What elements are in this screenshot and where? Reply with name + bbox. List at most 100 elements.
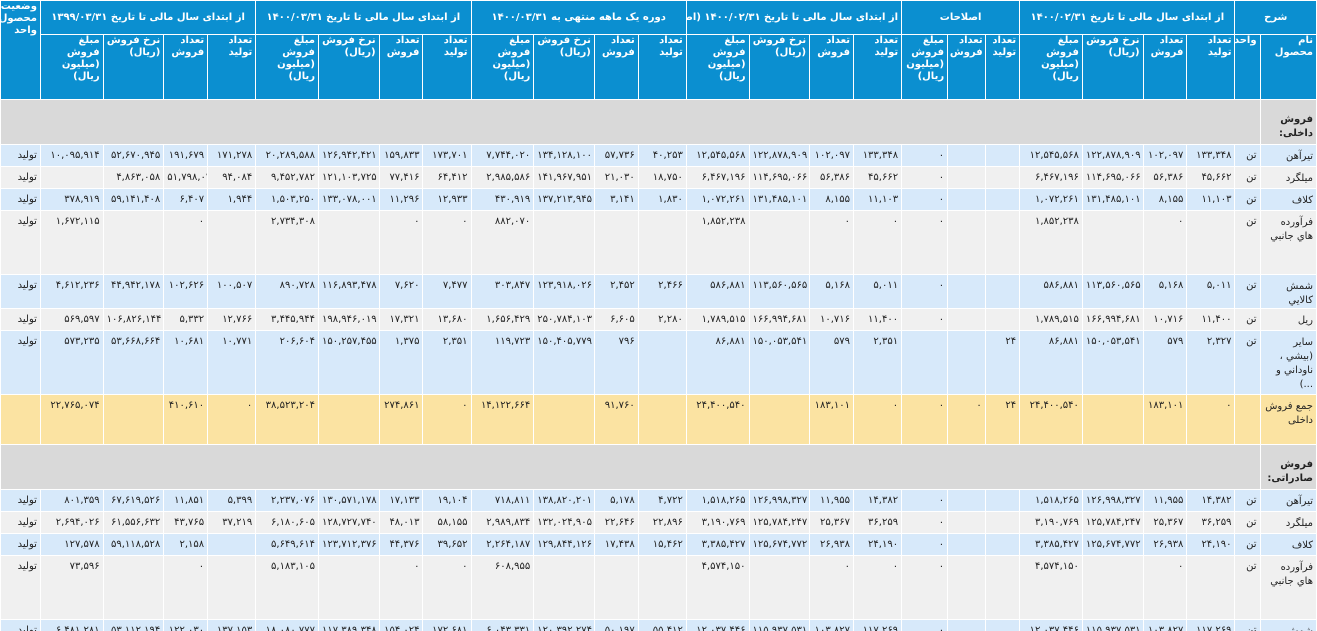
section-title: فروش داخلی: bbox=[1259, 99, 1317, 145]
value-cell: ۱۱۶,۸۹۳,۴۷۸ bbox=[317, 274, 380, 309]
product-name: کلاف bbox=[1259, 188, 1317, 211]
value-cell: ۱۰۰,۵۰۷ bbox=[207, 274, 257, 309]
value-cell: ۱۲۷,۵۷۸ bbox=[39, 533, 104, 556]
value-cell: ۱۲,۵۴۵,۵۶۸ bbox=[685, 144, 750, 167]
group-header-row: شرح از ابتدای سال مالی تا تاریخ ۱۴۰۰/۰۲/۳… bbox=[0, 0, 1317, 100]
value-cell: ٠ bbox=[901, 166, 949, 189]
value-cell bbox=[1186, 210, 1236, 275]
value-cell bbox=[984, 188, 1021, 211]
value-cell: ۱۰,۰۹۵,۹۱۴ bbox=[39, 144, 104, 167]
value-cell: ۱۰۶,۸۲۶,۱۴۴ bbox=[102, 308, 165, 331]
value-cell: ٠ bbox=[378, 210, 424, 275]
value-cell: ۴۳,۷۶۵ bbox=[163, 511, 209, 534]
column-header-11: نرخ فروش (ریال) bbox=[748, 34, 811, 100]
column-header-7: تعداد فروش bbox=[947, 34, 986, 100]
table-row: شمش كالاييتن۱۱۷,۲۶۹۱۰۳,۸۲۷۱۱۵,۹۳۷,۵۳۱۱۲,… bbox=[0, 619, 1317, 631]
value-cell: ۲,۳۲۷ bbox=[1186, 330, 1236, 395]
value-cell: ۱۹۸,۹۴۶,۰۱۹ bbox=[317, 308, 380, 331]
value-cell: ۲۶,۹۳۸ bbox=[1142, 533, 1188, 556]
value-cell: ٠ bbox=[901, 274, 949, 309]
table-row: کلاف تن ۱۱,۱۰۳ ۸,۱۵۵ ۱۳۱,۴۸۵,۱۰۱ ۱,۰۷۲,۲۶۱ ٠ ۱۱… bbox=[0, 188, 1317, 211]
value-cell: ۱۲۵,۶۷۴,۷۷۲ bbox=[748, 533, 811, 556]
table-row: میلگرد تن ۴۵,۶۶۲ ۵۶,۳۸۶ ۱۱۴,۶۹۵,۰۶۶ ۶,۴۶۷,۱۹۶… bbox=[0, 166, 1317, 189]
value-cell: ۳۷۸,۹۱۹ bbox=[39, 188, 104, 211]
value-cell: ۸,۱۵۵ bbox=[1142, 188, 1188, 211]
value-cell: ۱۱,۴۰۰ bbox=[853, 308, 903, 331]
value-cell: ۸۰۱,۳۵۹ bbox=[39, 489, 104, 512]
value-cell: ۱۲۶,۹۹۸,۳۲۷ bbox=[1081, 489, 1144, 512]
value-cell: ۱۸,۰۸۰,۷۷۷ bbox=[255, 619, 319, 631]
column-header-1: واحد bbox=[1234, 34, 1261, 100]
value-cell: ۳۰۳,۸۴۷ bbox=[470, 274, 535, 309]
value-cell bbox=[1081, 394, 1144, 445]
value-cell: ۱۱۹,۷۲۳ bbox=[470, 330, 535, 395]
value-cell bbox=[947, 188, 986, 211]
group-header-6: از ابتدای سال مالی تا تاریخ ۱۳۹۹/۰۳/۳۱ bbox=[39, 0, 257, 35]
value-cell: ۲,۳۵۱ bbox=[422, 330, 472, 395]
unit-cell: تن bbox=[1234, 489, 1261, 512]
value-cell: ۱,۵۱۸,۲۶۵ bbox=[1019, 489, 1083, 512]
value-cell: ۱۳۱,۴۸۵,۱۰۱ bbox=[748, 188, 811, 211]
value-cell: ۲,۲۳۷,۰۷۶ bbox=[255, 489, 319, 512]
unit-cell: تن bbox=[1234, 144, 1261, 167]
value-cell: ۲۶,۹۳۸ bbox=[809, 533, 855, 556]
value-cell: ۸۶,۸۸۱ bbox=[685, 330, 750, 395]
value-cell bbox=[533, 394, 595, 445]
value-cell: ۲۷۴,۸۶۱ bbox=[378, 394, 424, 445]
unit-cell: تن bbox=[1234, 511, 1261, 534]
value-cell: ۴,۸۶۳,۰۵۸ bbox=[102, 166, 165, 189]
value-cell: ۱۲۵,۶۷۴,۷۷۲ bbox=[1081, 533, 1144, 556]
column-header-4: نرخ فروش (ریال) bbox=[1081, 34, 1144, 100]
value-cell: ٠ bbox=[163, 210, 209, 275]
value-cell: ۵۷,۷۳۶ bbox=[593, 144, 639, 167]
value-cell: ٠ bbox=[422, 210, 472, 275]
value-cell bbox=[207, 555, 257, 620]
value-cell: ۱۶۶,۹۹۴,۶۸۱ bbox=[1081, 308, 1144, 331]
value-cell: ۴,۶۱۲,۲۳۶ bbox=[39, 274, 104, 309]
value-cell: ۵۷۹ bbox=[809, 330, 855, 395]
sub-header-row: نام محصول واحد تعداد تولید تعداد فروش نرخ فر… bbox=[1, 34, 1317, 100]
value-cell bbox=[102, 210, 165, 275]
column-header-0: نام محصول bbox=[1259, 34, 1317, 100]
value-cell: ۶,۴۰۷ bbox=[163, 188, 209, 211]
value-cell bbox=[947, 489, 986, 512]
report-viewport: شرح از ابتدای سال مالی تا تاریخ ۱۴۰۰/۰۲/۳… bbox=[0, 0, 1317, 631]
value-cell: ۱۲۵,۷۸۴,۲۴۷ bbox=[1081, 511, 1144, 534]
value-cell: ۱۳۳,۳۴۸ bbox=[1186, 144, 1236, 167]
value-cell: ۸,۱۵۵ bbox=[809, 188, 855, 211]
column-header-22: تعداد فروش bbox=[163, 34, 209, 100]
value-cell: ۱۵,۴۶۲ bbox=[637, 533, 687, 556]
value-cell bbox=[947, 274, 986, 309]
value-cell: ۵,۳۹۹ bbox=[207, 489, 257, 512]
value-cell: ۲,۲۶۴,۱۸۷ bbox=[470, 533, 535, 556]
value-cell: ۲۰۶,۶۰۴ bbox=[255, 330, 319, 395]
value-cell: ۱۳,۶۸۰ bbox=[422, 308, 472, 331]
value-cell: ۴۵,۶۶۲ bbox=[1186, 166, 1236, 189]
value-cell bbox=[1186, 555, 1236, 620]
value-cell: ۹,۴۵۲,۷۸۲ bbox=[255, 166, 319, 189]
column-header-3: تعداد فروش bbox=[1142, 34, 1188, 100]
value-cell: ۱۲,۷۶۶ bbox=[207, 308, 257, 331]
value-cell: ۲۲,۷۶۵,۰۷۴ bbox=[39, 394, 104, 445]
value-cell: ۱۷۲,۶۸۱ bbox=[422, 619, 472, 631]
value-cell: ۱,۸۳۰ bbox=[637, 188, 687, 211]
value-cell: ۲۵۰,۷۸۴,۱۰۳ bbox=[533, 308, 595, 331]
value-cell bbox=[102, 555, 165, 620]
value-cell: ۱,۸۵۲,۲۳۸ bbox=[1019, 210, 1083, 275]
group-header-0: شرح bbox=[1234, 0, 1317, 35]
value-cell: ٠ bbox=[901, 144, 949, 167]
value-cell: ۵۹,۱۴۱,۴۰۸ bbox=[102, 188, 165, 211]
value-cell: ۲,۴۶۶ bbox=[637, 274, 687, 309]
value-cell: ۱۱,۱۰۳ bbox=[1186, 188, 1236, 211]
value-cell: ۵۸,۱۵۵ bbox=[422, 511, 472, 534]
value-cell: ۱۵۴,۰۲۴ bbox=[378, 619, 424, 631]
product-name: جمع فروش داخلی bbox=[1259, 394, 1317, 445]
status-cell: تولید bbox=[0, 533, 41, 556]
value-cell: ۱,۰۷۲,۲۶۱ bbox=[1019, 188, 1083, 211]
value-cell: ۱۲۲,۰۳۰ bbox=[163, 619, 209, 631]
sales-table: شرح از ابتدای سال مالی تا تاریخ ۱۴۰۰/۰۲/۳… bbox=[0, 0, 1317, 631]
value-cell: ۵۸۶,۸۸۱ bbox=[1019, 274, 1083, 309]
value-cell: ۱۲,۵۴۵,۵۶۸ bbox=[1019, 144, 1083, 167]
value-cell: ۱۳۸,۸۲۰,۲۰۱ bbox=[533, 489, 595, 512]
value-cell bbox=[947, 555, 986, 620]
